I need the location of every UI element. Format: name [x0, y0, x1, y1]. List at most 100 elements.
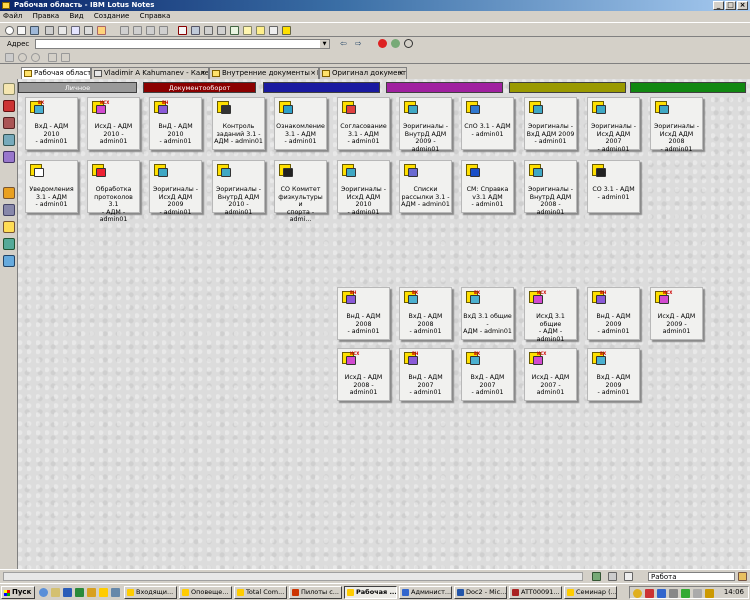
database-tile[interactable]: Эоригиналы - ИсхД АДМ 2009- admin01 — [149, 160, 202, 216]
word-quicklaunch-icon[interactable] — [63, 588, 72, 597]
menu-create[interactable]: Создание — [94, 12, 129, 20]
tray-update-icon[interactable] — [705, 589, 714, 598]
chat-bubble-icon[interactable] — [18, 53, 27, 62]
database-tile[interactable]: СО 3.1 - АДМ - admin01 — [587, 160, 640, 213]
close-button[interactable]: × — [737, 1, 748, 10]
lock-status-icon[interactable] — [608, 572, 617, 581]
tab-calendar[interactable]: Vladimir A Kahumanev - Календ... × — [91, 67, 209, 79]
close-icon[interactable]: × — [397, 70, 405, 78]
mail-bookmark-icon[interactable] — [3, 83, 15, 95]
todo-bookmark-icon[interactable] — [3, 134, 15, 146]
new-document-icon[interactable] — [17, 26, 26, 35]
save-icon[interactable] — [45, 26, 54, 35]
tray-notes-icon[interactable] — [633, 589, 642, 598]
stop-icon[interactable] — [378, 39, 387, 48]
replication-bookmark-icon[interactable] — [3, 151, 15, 163]
tray-language-icon[interactable] — [657, 589, 666, 598]
menu-help[interactable]: Справка — [140, 12, 171, 20]
outlook-quicklaunch-icon[interactable] — [87, 588, 96, 597]
open-icon[interactable] — [30, 26, 39, 35]
database-tile[interactable]: ИСХ ИсхД - АДМ 2010 - admin01 — [87, 97, 140, 150]
notes-quicklaunch-icon[interactable] — [99, 588, 108, 597]
forward-arrow-icon[interactable]: ⇨ — [355, 39, 364, 48]
desktop-quicklaunch-icon[interactable] — [51, 588, 60, 597]
taskbar-button[interactable]: ATT00091... — [509, 586, 562, 599]
undo-icon[interactable] — [159, 26, 168, 35]
database-tile[interactable]: Эоригиналы - ВнутрД АДМ 2008 - admin01 — [524, 160, 577, 216]
tab-workspace[interactable]: Рабочая область — [21, 67, 91, 79]
database-tile[interactable]: ВХ ВхД - АДМ 2007- admin01 — [461, 348, 514, 401]
tray-network-icon[interactable] — [681, 589, 690, 598]
pin-icon[interactable] — [61, 53, 70, 62]
tree-icon[interactable] — [230, 26, 239, 35]
database-tile[interactable]: Списки рассылки 3.1 - АДМ - admin01 — [399, 160, 452, 213]
workspace-tab-green[interactable] — [630, 82, 746, 93]
mail-icon[interactable] — [71, 26, 80, 35]
close-icon[interactable]: × — [199, 70, 207, 78]
database-tile[interactable]: Эоригиналы - ВнутрД АДМ 2009 - admin01 — [399, 97, 452, 153]
replicate-icon[interactable] — [204, 26, 213, 35]
database-tile[interactable]: Эоригиналы - ВхД АДМ 2009- admin01 — [524, 97, 577, 150]
maximize-button[interactable]: □ — [725, 1, 736, 10]
print-icon[interactable] — [58, 26, 67, 35]
ie-quicklaunch-icon[interactable] — [39, 588, 48, 597]
cut-icon[interactable] — [120, 26, 129, 35]
menu-view[interactable]: Вид — [69, 12, 83, 20]
taskbar-button[interactable]: Оповеще... — [179, 586, 232, 599]
location-selector[interactable]: Работа — [648, 572, 735, 581]
workspace-tab-docflow[interactable]: Документооборот — [143, 82, 256, 93]
database-tile[interactable]: ИСХ ИсхД - АДМ 2008 - admin01 — [337, 348, 390, 401]
favorites-bookmark-icon[interactable] — [3, 187, 15, 199]
databases-bookmark-icon[interactable] — [3, 204, 15, 216]
workspace-tab-personal[interactable]: Личное — [18, 82, 137, 93]
internet-bookmark-icon[interactable] — [3, 255, 15, 267]
close-icon[interactable]: × — [309, 70, 317, 78]
chat-bubble-2-icon[interactable] — [31, 53, 40, 62]
database-tile[interactable]: ВН ВнД - АДМ 2007- admin01 — [399, 348, 452, 401]
database-tile[interactable]: ИСХ ИсхД 3.1 общие - АДМ - admin01 — [524, 287, 577, 343]
start-button[interactable]: Пуск — [1, 586, 35, 599]
history-bookmark-icon[interactable] — [3, 221, 15, 233]
refresh-icon[interactable] — [391, 39, 400, 48]
paste-icon[interactable] — [146, 26, 155, 35]
database-icon[interactable] — [191, 26, 200, 35]
taskbar-button[interactable]: Doc2 - Mic... — [454, 586, 507, 599]
horizontal-scrollbar[interactable] — [3, 572, 583, 581]
excel-quicklaunch-icon[interactable] — [75, 588, 84, 597]
workspace-tab-olive[interactable] — [509, 82, 626, 93]
database-tile[interactable]: Ознакомление 3.1 - АДМ - admin01 — [274, 97, 327, 150]
database-tile[interactable]: Эоригиналы - ИсхД АДМ 2008- admin01 — [650, 97, 703, 153]
database-tile[interactable]: ВХ ВхД - АДМ 2010- admin01 — [25, 97, 78, 150]
taskbar-button[interactable]: Total Com... — [234, 586, 287, 599]
taskbar-button[interactable]: Пилоты с... — [289, 586, 342, 599]
minimize-button[interactable]: _ — [713, 1, 724, 10]
database-tile[interactable]: Контроль заданий 3.1 - АДМ - admin01 — [212, 97, 265, 150]
database-tile[interactable]: СпО 3.1 - АДМ - admin01 — [461, 97, 514, 150]
database-tile[interactable]: ВХ ВхД - АДМ 2009- admin01 — [587, 348, 640, 401]
database-tile[interactable]: ВХ ВхД - АДМ 2008- admin01 — [399, 287, 452, 340]
chevron-down-icon[interactable]: ▼ — [320, 40, 329, 48]
tab-original-document[interactable]: Оригинал документа × — [319, 67, 407, 79]
menu-edit[interactable]: Правка — [33, 12, 60, 20]
send-icon[interactable] — [84, 26, 93, 35]
network-status-icon[interactable] — [592, 572, 601, 581]
address-input[interactable]: ▼ — [35, 39, 330, 49]
database-tile[interactable]: ИСХ ИсхД - АДМ 2007 - admin01 — [524, 348, 577, 401]
database-tile[interactable]: ВХ ВхД 3.1 общие - АДМ - admin01 — [461, 287, 514, 340]
database-tile[interactable]: Эоригиналы - ИсхД АДМ 2010- admin01 — [337, 160, 390, 216]
calendar-bookmark-icon[interactable] — [3, 100, 15, 112]
contacts-bookmark-icon[interactable] — [3, 117, 15, 129]
tray-volume-icon[interactable] — [669, 589, 678, 598]
calendar-icon[interactable] — [178, 26, 187, 35]
database-tile[interactable]: ВН ВнД - АДМ 2009- admin01 — [587, 287, 640, 340]
bookmark-icon[interactable] — [5, 53, 14, 62]
database-tile[interactable]: СМ: Справка v3.1 АДМ - admin01 — [461, 160, 514, 213]
explorer-quicklaunch-icon[interactable] — [111, 588, 120, 597]
copy-icon[interactable] — [133, 26, 142, 35]
database-tile[interactable]: СО Комитет физкультуры и спорта - admi... — [274, 160, 327, 223]
workspace-tab-blue[interactable] — [263, 82, 380, 93]
taskbar-button[interactable]: Админист... — [399, 586, 452, 599]
tab-internal-docs[interactable]: Внутренние документы - РКК × — [209, 67, 319, 79]
database-tile[interactable]: ИСХ ИсхД - АДМ 2009 - admin01 — [650, 287, 703, 340]
tray-printer-icon[interactable] — [693, 589, 702, 598]
